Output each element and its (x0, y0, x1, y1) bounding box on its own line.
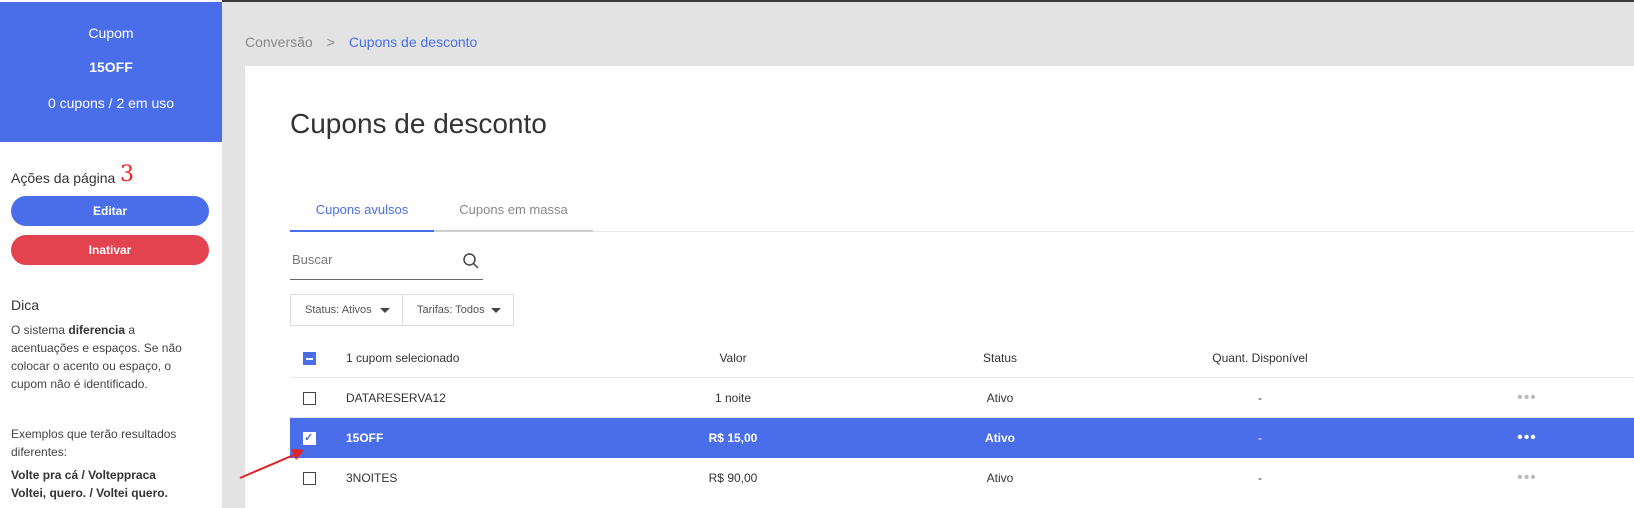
header-valor: Valor (719, 351, 747, 365)
table-row-selected[interactable]: 15OFF R$ 15,00 Ativo - ••• (290, 418, 1634, 458)
tab-cupons-em-massa[interactable]: Cupons em massa (434, 188, 593, 232)
breadcrumb: Conversão > Cupons de desconto (245, 34, 477, 50)
row-valor: R$ 90,00 (708, 471, 758, 485)
tabs: Cupons avulsos Cupons em massa (290, 188, 1634, 232)
annotation-arrow-icon (239, 449, 304, 479)
row-status: Ativo (986, 391, 1014, 405)
inactivate-button[interactable]: Inativar (11, 235, 209, 265)
tab-cupons-avulsos[interactable]: Cupons avulsos (290, 188, 434, 232)
breadcrumb-separator-icon: > (326, 34, 335, 50)
top-border (0, 0, 1634, 2)
coupon-label: Cupom (88, 25, 134, 41)
search-input[interactable] (292, 252, 452, 267)
page-actions-title: Ações da página (11, 170, 116, 186)
row-valor: 1 noite (714, 391, 752, 405)
edit-button[interactable]: Editar (11, 196, 209, 226)
tariff-filter[interactable]: Tarifas: Todos (402, 294, 514, 326)
tip-examples: Exemplos que terão resultados diferentes… (11, 427, 177, 459)
row-name: 15OFF (346, 431, 384, 445)
tip-title: Dica (11, 297, 40, 313)
tariff-filter-label: Tarifas: Todos (417, 304, 485, 316)
coupon-summary-card: Cupom 15OFF 0 cupons / 2 em uso (0, 2, 222, 142)
tip-text: O sistema diferencia a acentuações e esp… (11, 321, 206, 393)
sidebar: Cupom 15OFF 0 cupons / 2 em uso Ações da… (0, 0, 222, 508)
tip-text-pre: O sistema (11, 323, 69, 337)
row-name: DATARESERVA12 (346, 391, 446, 405)
coupon-code: 15OFF (89, 59, 133, 75)
table-row[interactable]: 3NOITES R$ 90,00 Ativo - ••• (290, 458, 1634, 498)
more-options-icon[interactable]: ••• (1512, 378, 1542, 418)
chevron-down-icon (380, 308, 390, 313)
search-box (290, 244, 483, 280)
row-valor: R$ 15,00 (708, 431, 758, 445)
status-filter-label: Status: Ativos (305, 304, 372, 316)
chevron-down-icon (491, 308, 501, 313)
breadcrumb-parent[interactable]: Conversão (245, 34, 313, 50)
breadcrumb-current: Cupons de desconto (348, 34, 478, 50)
status-filter[interactable]: Status: Ativos (290, 294, 403, 326)
table-header: 1 cupom selecionado Valor Status Quant. … (290, 338, 1634, 378)
row-qtd: - (1258, 391, 1262, 405)
row-qtd: - (1258, 471, 1262, 485)
row-qtd: - (1258, 431, 1262, 445)
select-all-checkbox[interactable] (303, 352, 316, 365)
row-name: 3NOITES (346, 471, 398, 485)
row-checkbox[interactable] (303, 392, 316, 405)
more-options-icon[interactable]: ••• (1512, 458, 1542, 498)
page-title: Cupons de desconto (290, 108, 547, 139)
coupon-count: 0 cupons / 2 em uso (47, 95, 175, 111)
tip-example-1: Volte pra cá / Volteppraca (11, 468, 156, 482)
main-panel: Cupons de desconto Cupons avulsos Cupons… (245, 66, 1634, 508)
row-status: Ativo (985, 431, 1015, 445)
header-qtd: Quant. Disponível (1212, 351, 1308, 365)
tip-text-bold: diferencia (68, 323, 126, 337)
search-icon[interactable] (462, 252, 480, 270)
row-status: Ativo (986, 471, 1014, 485)
header-status: Status (982, 351, 1018, 365)
table-row[interactable]: DATARESERVA12 1 noite Ativo - ••• (290, 378, 1634, 418)
annotation-number: 3 (120, 162, 134, 187)
more-options-icon[interactable]: ••• (1512, 418, 1542, 458)
header-selection: 1 cupom selecionado (346, 351, 460, 365)
tip-example-2: Voltei, quero. / Voltei quero. (11, 486, 168, 500)
